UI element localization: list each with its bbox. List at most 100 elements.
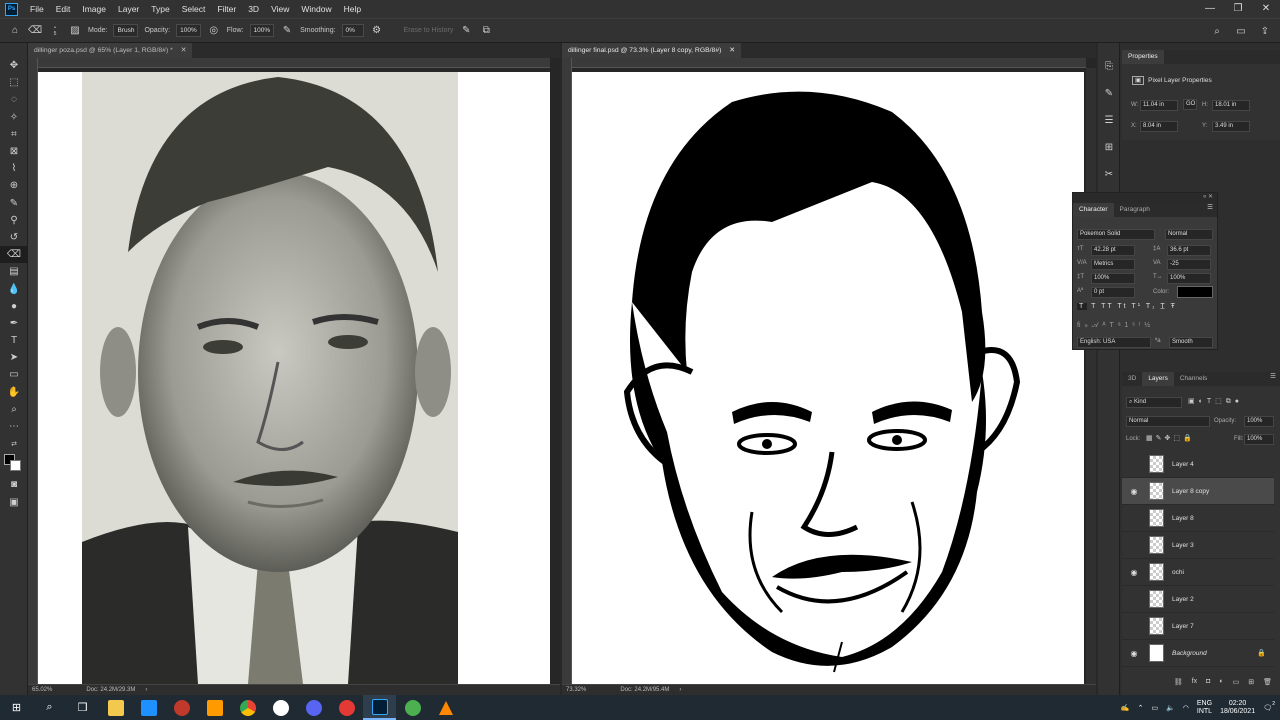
rectangle-tool-icon[interactable]: ▭ [0,366,28,383]
smart-object-filter-icon[interactable]: ⧉ [1226,398,1235,405]
blend-mode-select[interactable]: Normal [1126,416,1210,427]
lock-transparency-icon[interactable]: ▦ [1146,435,1156,442]
clock[interactable]: 02:20 18/06/2021 [1220,700,1255,716]
layer-name[interactable]: Layer 8 [1172,515,1194,522]
eye-icon[interactable]: ◉ [1127,649,1141,658]
menu-edit[interactable]: Edit [50,0,77,18]
erase-to-history-checkbox[interactable]: Erase to History [404,27,454,34]
shape-filter-icon[interactable]: ⬚ [1215,398,1226,405]
eraser-tool-icon[interactable]: ⌫ [0,246,28,264]
leading-input[interactable]: 36.6 pt [1167,245,1211,256]
layer-row[interactable]: Layer 7 [1122,613,1274,640]
frame-tool-icon[interactable]: ⊠ [0,143,28,160]
height-input[interactable]: 18.01 in [1212,100,1250,111]
brush-tool-icon[interactable]: ✎ [0,195,28,212]
gear-icon[interactable]: ⚙ [370,24,384,38]
language-indicator[interactable]: ENG INTL [1197,700,1212,716]
menu-window[interactable]: Window [295,0,337,18]
adjustment-filter-icon[interactable]: ◐ [1199,398,1207,405]
hand-tool-icon[interactable]: ✋ [0,384,28,401]
color-swatches[interactable] [0,452,28,476]
layer-name[interactable]: ochi [1172,569,1184,576]
crop-tool-icon[interactable]: ⌗ [0,126,28,143]
adjustments-panel-icon[interactable]: ☰ [1098,107,1120,134]
swap-colors-icon[interactable]: ⇄ [0,435,28,452]
y-input[interactable]: 3.49 in [1212,121,1250,132]
screen-mode-icon[interactable]: ▣ [0,494,28,511]
menu-help[interactable]: Help [338,0,367,18]
tools-panel-icon[interactable]: ✂ [1098,161,1120,188]
menu-3d[interactable]: 3D [242,0,265,18]
all-caps-icon[interactable]: TT [1101,303,1113,310]
filter-toggle-icon[interactable]: ● [1235,398,1243,405]
layer-row[interactable]: ◉ ochi [1122,559,1274,586]
pressure-opacity-icon[interactable]: ◎ [207,24,221,38]
brush-settings-icon[interactable]: ▨ [68,24,82,38]
menu-type[interactable]: Type [145,0,175,18]
floating-panel-titlebar[interactable]: « ✕ [1073,193,1217,203]
antialias-select[interactable]: Smooth [1169,337,1213,348]
text-color-swatch[interactable] [1177,286,1213,298]
close-icon[interactable]: ✕ [1208,194,1213,200]
app-icon-red[interactable] [165,695,198,720]
windows-start-icon[interactable]: ⊞ [0,695,33,720]
brush-settings-panel-icon[interactable]: ✎ [1098,80,1120,107]
dodge-tool-icon[interactable]: ● [0,298,28,315]
history-brush-tool-icon[interactable]: ↺ [0,229,28,246]
eyedropper-tool-icon[interactable]: ⌇ [0,160,28,177]
old-style-icon[interactable]: ℴ [1085,322,1092,329]
right-document-tab[interactable]: dillinger final.psd @ 73.3% (Layer 8 cop… [562,43,741,58]
collapse-icon[interactable]: « [1203,194,1206,200]
titling-icon[interactable]: T [1110,322,1118,329]
pixel-filter-icon[interactable]: ▣ [1188,398,1199,405]
faux-italic-icon[interactable]: T [1091,303,1097,310]
layer-name[interactable]: Layer 8 copy [1172,488,1209,495]
symmetry-icon[interactable]: ⧉ [479,24,493,38]
libraries-panel-icon[interactable]: ⊞ [1098,134,1120,161]
eye-icon[interactable]: ◉ [1127,568,1141,577]
ligatures-icon[interactable]: ﬁ [1077,322,1085,329]
menu-layer[interactable]: Layer [112,0,145,18]
superscript-icon[interactable]: T¹ [1131,303,1142,310]
ordinals-icon[interactable]: 1ˢᵗ [1124,322,1144,329]
mode-select[interactable]: Brush [113,24,139,37]
layer-name[interactable]: Layer 2 [1172,596,1194,603]
move-tool-icon[interactable]: ✥ [0,57,28,74]
right-zoom-level[interactable]: 73.32% [566,687,586,693]
lock-artboard-icon[interactable]: ⬚ [1173,435,1183,442]
vlc-icon[interactable] [429,695,462,720]
flow-input[interactable]: 100% [249,24,275,37]
layer-row[interactable]: Layer 8 [1122,505,1274,532]
layer-row[interactable]: Layer 3 [1122,532,1274,559]
vertical-scale-input[interactable]: 100% [1091,273,1135,284]
status-arrow-icon[interactable]: › [679,687,681,693]
minimize-icon[interactable]: — [1196,0,1224,18]
type-filter-icon[interactable]: T [1207,398,1215,405]
wordpad-icon[interactable] [264,695,297,720]
left-canvas[interactable] [38,72,550,684]
quick-mask-icon[interactable]: ◙ [0,476,28,493]
healing-brush-tool-icon[interactable]: ⊕ [0,177,28,194]
search-icon[interactable]: ⌕ [1210,24,1224,38]
delete-layer-icon[interactable]: 🗑 [1263,678,1272,692]
tab-layers[interactable]: Layers [1142,372,1174,386]
workspace-icon[interactable]: ▭ [1234,24,1248,38]
zoom-tool-icon[interactable]: ⌕ [0,401,28,418]
layer-name[interactable]: Layer 7 [1172,623,1194,630]
menu-image[interactable]: Image [76,0,112,18]
volume-icon[interactable]: 🔈 [1166,704,1175,712]
faux-bold-icon[interactable]: T [1077,303,1088,310]
panel-menu-icon[interactable]: ☰ [1207,203,1217,217]
fractions-icon[interactable]: ½ [1144,322,1154,329]
airbrush-icon[interactable]: ✎ [280,24,294,38]
torrent-icon[interactable] [396,695,429,720]
properties-tab[interactable]: Properties [1122,50,1164,64]
layer-row-selected[interactable]: ◉ Layer 8 copy [1122,478,1274,505]
fx-icon[interactable]: fx [1192,678,1197,692]
smoothing-input[interactable]: 0% [341,24,364,37]
clone-stamp-tool-icon[interactable]: ⚲ [0,212,28,229]
width-input[interactable]: 11.04 in [1140,100,1178,111]
type-tool-icon[interactable]: T [0,332,28,349]
menu-file[interactable]: File [24,0,50,18]
search-icon[interactable]: ⌕ [33,695,66,720]
